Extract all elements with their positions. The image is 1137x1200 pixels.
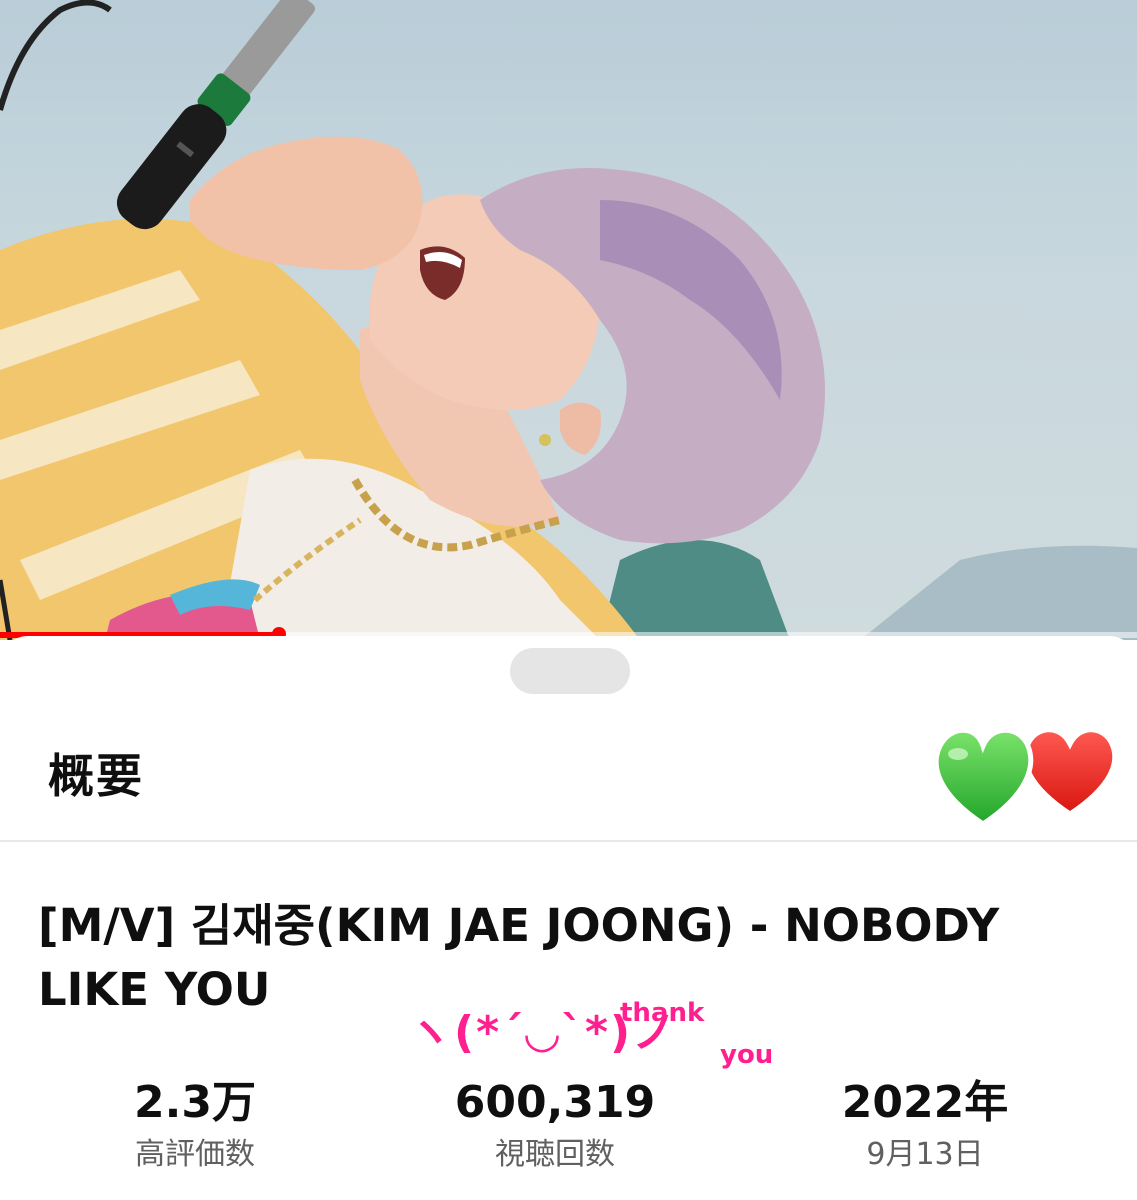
views-label: 視聴回数 (495, 1137, 615, 1172)
sheet-title: 概要 (48, 749, 144, 803)
overlay-you-text: you (720, 1040, 774, 1070)
likes-stat: 2.3万 高評価数 (95, 1076, 295, 1176)
video-frame-image (0, 0, 1137, 640)
likes-count: 2.3万 (134, 1077, 256, 1128)
sheet-divider (0, 840, 1137, 842)
video-player[interactable] (0, 0, 1137, 640)
sheet-drag-handle[interactable] (510, 648, 630, 694)
overlay-thank-text: thank (620, 998, 705, 1028)
description-sheet: 概要 [M/V] 김재중(KIM JAE JOONG) - NOBODY LIK… (0, 636, 1137, 1200)
views-stat: 600,319 視聴回数 (430, 1076, 680, 1176)
green-heart-and-red-heart-icon (933, 727, 1118, 828)
upload-date-stat: 2022年 9月13日 (815, 1076, 1035, 1176)
upload-year: 2022年 (841, 1077, 1009, 1128)
views-count: 600,319 (454, 1077, 656, 1128)
likes-label: 高評価数 (135, 1137, 255, 1172)
upload-date: 9月13日 (866, 1137, 984, 1172)
